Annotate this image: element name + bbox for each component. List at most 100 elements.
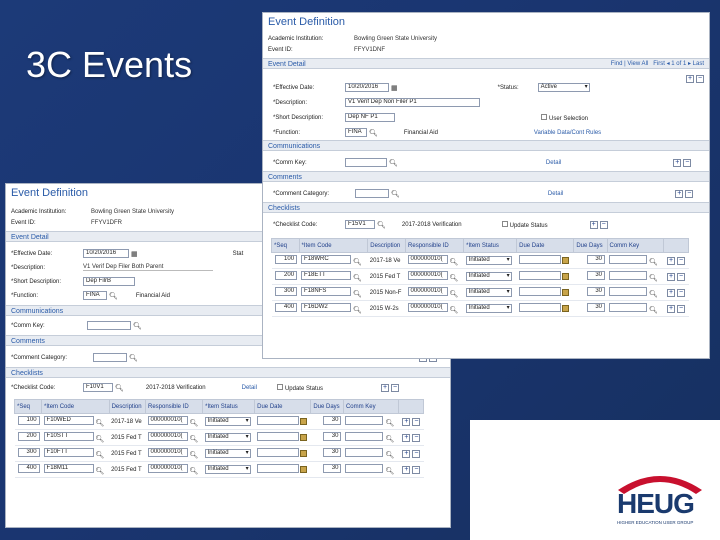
comm-key-input[interactable] [609, 287, 647, 296]
item-code-input[interactable]: F10FTT [43, 448, 94, 457]
update-status-checkbox[interactable] [276, 383, 283, 390]
add-row-icon[interactable]: + [667, 256, 676, 265]
item-status-select[interactable]: Initiated [465, 256, 512, 265]
due-date-input[interactable] [256, 448, 299, 457]
search-icon[interactable]: 🔍︎ [450, 306, 459, 314]
detail-link[interactable]: Detail [242, 385, 257, 391]
calendar-icon[interactable] [561, 305, 569, 312]
delete-row-icon[interactable]: − [696, 74, 704, 83]
update-status-checkbox[interactable] [501, 220, 508, 227]
item-status-select[interactable]: Initiated [465, 304, 512, 313]
search-icon[interactable]: 🔍︎ [450, 274, 459, 282]
search-icon[interactable]: 🔍︎ [450, 290, 459, 298]
comm-key-input[interactable] [609, 303, 647, 312]
responsible-id-input[interactable]: 000000010( [147, 448, 188, 457]
add-row-icon[interactable]: + [402, 433, 411, 442]
due-days-input[interactable]: 30 [587, 271, 605, 280]
add-row-icon[interactable]: + [686, 74, 694, 83]
comm-key-input[interactable] [345, 416, 384, 425]
item-code-input[interactable]: F10STT [43, 432, 94, 441]
add-row-icon[interactable]: + [667, 288, 676, 297]
calendar-icon[interactable] [299, 450, 307, 457]
search-icon[interactable]: 🔍︎ [353, 274, 362, 282]
search-icon[interactable]: 🔍︎ [649, 258, 658, 266]
calendar-icon[interactable]: ▦ [391, 84, 398, 92]
calendar-icon[interactable] [561, 257, 569, 264]
delete-row-icon[interactable]: − [685, 189, 694, 198]
add-row-icon[interactable]: + [675, 189, 684, 198]
delete-row-icon[interactable]: − [412, 433, 421, 442]
checklist-code-input[interactable]: F15V1 [345, 220, 375, 229]
due-days-input[interactable]: 30 [587, 303, 605, 312]
calendar-icon[interactable] [299, 418, 307, 425]
search-icon[interactable]: 🔍︎ [385, 451, 394, 459]
item-code-input[interactable]: F18ETT [301, 271, 352, 280]
search-icon[interactable]: 🔍︎ [190, 451, 199, 459]
delete-row-icon[interactable]: − [683, 158, 692, 167]
detail-link[interactable]: Detail [546, 160, 561, 166]
responsible-id-input[interactable]: 000000010( [407, 255, 448, 264]
search-icon[interactable]: 🔍︎ [377, 221, 386, 229]
calendar-icon[interactable] [299, 434, 307, 441]
item-status-select[interactable]: Initiated [204, 433, 251, 442]
search-icon[interactable]: 🔍︎ [353, 290, 362, 298]
seq-input[interactable]: 200 [275, 271, 298, 280]
item-status-select[interactable]: Initiated [465, 272, 512, 281]
delete-row-icon[interactable]: − [677, 256, 686, 265]
search-icon[interactable]: 🔍︎ [385, 467, 394, 475]
search-icon[interactable]: 🔍︎ [129, 354, 138, 362]
calendar-icon[interactable] [561, 273, 569, 280]
next-icon[interactable]: ▸ [688, 61, 691, 67]
search-icon[interactable]: 🔍︎ [133, 322, 142, 330]
effective-date-input[interactable]: 10/20/2016 [83, 249, 129, 258]
item-status-select[interactable]: Initiated [465, 288, 512, 297]
find-link[interactable]: Find [611, 61, 623, 67]
seq-input[interactable]: 300 [17, 448, 40, 457]
delete-row-icon[interactable]: − [599, 220, 608, 229]
search-icon[interactable]: 🔍︎ [190, 419, 199, 427]
calendar-icon[interactable]: ▦ [131, 250, 138, 258]
seq-input[interactable]: 300 [275, 287, 298, 296]
item-code-input[interactable]: F18WRC [301, 255, 352, 264]
comment-category-input[interactable] [93, 353, 127, 362]
add-row-icon[interactable]: + [402, 449, 411, 458]
delete-row-icon[interactable]: − [677, 304, 686, 313]
add-row-icon[interactable]: + [667, 304, 676, 313]
delete-row-icon[interactable]: − [677, 272, 686, 281]
item-code-input[interactable]: F16DW2 [301, 303, 352, 312]
detail-link[interactable]: Detail [548, 191, 563, 197]
due-days-input[interactable]: 30 [323, 448, 342, 457]
prev-icon[interactable]: ◂ [667, 61, 670, 67]
comm-key-input[interactable] [609, 255, 647, 264]
search-icon[interactable]: 🔍︎ [369, 129, 378, 137]
responsible-id-input[interactable]: 000000010( [147, 432, 188, 441]
due-days-input[interactable]: 30 [587, 287, 605, 296]
checklist-code-input[interactable]: F10V1 [83, 383, 113, 392]
search-icon[interactable]: 🔍︎ [649, 274, 658, 282]
due-date-input[interactable] [256, 432, 299, 441]
due-date-input[interactable] [518, 271, 561, 280]
search-icon[interactable]: 🔍︎ [353, 306, 362, 314]
calendar-icon[interactable] [299, 466, 307, 473]
comm-key-input[interactable] [345, 448, 384, 457]
responsible-id-input[interactable]: 000000010( [407, 271, 448, 280]
seq-input[interactable]: 100 [275, 255, 298, 264]
search-icon[interactable]: 🔍︎ [389, 159, 398, 167]
search-icon[interactable]: 🔍︎ [450, 258, 459, 266]
delete-row-icon[interactable]: − [412, 465, 421, 474]
add-row-icon[interactable]: + [673, 158, 682, 167]
due-days-input[interactable]: 30 [323, 432, 342, 441]
comm-key-input[interactable] [345, 158, 387, 167]
comm-key-input[interactable] [87, 321, 131, 330]
effective-date-input[interactable]: 10/20/2016 [345, 83, 389, 92]
description-input[interactable]: V1 Verif Dep Filer Both Parent [83, 264, 213, 271]
view-all-link[interactable]: View All [627, 61, 648, 67]
due-days-input[interactable]: 30 [587, 255, 605, 264]
search-icon[interactable]: 🔍︎ [391, 190, 400, 198]
search-icon[interactable]: 🔍︎ [96, 435, 105, 443]
due-date-input[interactable] [518, 287, 561, 296]
add-row-icon[interactable]: + [667, 272, 676, 281]
add-row-icon[interactable]: + [402, 417, 411, 426]
delete-row-icon[interactable]: − [390, 383, 399, 392]
due-days-input[interactable]: 30 [323, 464, 342, 473]
